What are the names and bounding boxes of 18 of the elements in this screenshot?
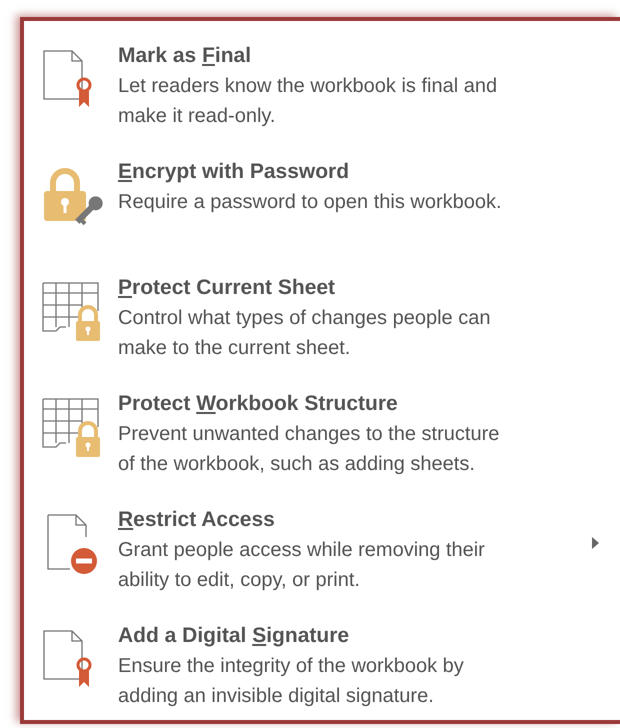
- item-description: Require a password to open this workbook.: [118, 190, 503, 215]
- menu-item[interactable]: Encrypt with Password Require a password to open this workbook.: [24, 157, 620, 273]
- item-description: Ensure the integrity of the workbook by adding an invisible digital signature.: [118, 654, 465, 709]
- item-title: Add a Digital Signature: [118, 623, 350, 649]
- item-description: Grant people access while removing their ability to edit, copy, or print.: [118, 538, 486, 593]
- item-title: Encrypt with Password: [118, 159, 350, 185]
- item-title: Protect Current Sheet: [118, 275, 336, 301]
- menu-item[interactable]: Mark as Final Let readers know the workbook is final and make it read-only.: [24, 41, 620, 157]
- item-title: Restrict Access: [118, 507, 275, 533]
- menu-item[interactable]: Add a Digital Signature Ensure the integrity of the workbook by adding an invisible digital signature.: [24, 621, 620, 728]
- menu-item[interactable]: Protect Current Sheet Control what types of changes people can make to the current sheet.: [24, 273, 620, 389]
- item-title: Mark as Final: [118, 43, 252, 69]
- item-title: Protect Workbook Structure: [118, 391, 398, 417]
- item-description: Control what types of changes people can make to the current sheet.: [118, 306, 492, 361]
- item-description: Prevent unwanted changes to the structure of the workbook, such as adding sheets.: [118, 422, 500, 477]
- item-description: Let readers know the workbook is final and make it read-only.: [118, 74, 498, 129]
- menu-item[interactable]: Restrict Access Grant people access while removing their ability to edit, copy, or print.: [24, 505, 620, 621]
- menu-item[interactable]: Protect Workbook Structure Prevent unwanted changes to the structure of the workbook, such as adding sheets.: [24, 389, 620, 505]
